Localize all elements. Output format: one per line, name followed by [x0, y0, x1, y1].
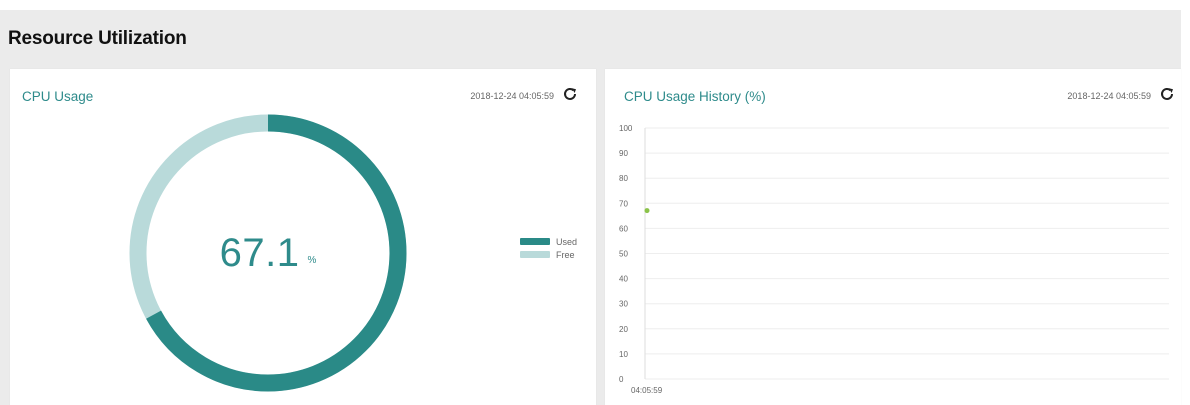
y-tick-label: 20: [619, 325, 628, 334]
y-tick-label: 60: [619, 224, 628, 233]
section-title: Resource Utilization: [8, 28, 187, 49]
cpu-usage-card: CPU Usage 2018-12-24 04:05:59 67.1 % Use…: [10, 69, 596, 405]
donut-legend: Used Free: [520, 235, 577, 261]
y-tick-label: 40: [619, 275, 628, 284]
y-tick-label: 90: [619, 149, 628, 158]
legend-label-used: Used: [556, 236, 578, 247]
y-tick-label: 70: [619, 199, 628, 208]
cpu-usage-value: 67.1: [219, 230, 300, 275]
cpu-history-card: CPU Usage History (%) 2018-12-24 04:05:5…: [605, 69, 1181, 405]
y-tick-label: 30: [619, 300, 628, 309]
legend-item-used[interactable]: Used: [520, 235, 577, 248]
cpu-usage-value-display: 67.1 %: [127, 112, 409, 394]
legend-swatch-free: [520, 251, 550, 258]
refresh-icon[interactable]: [562, 86, 578, 102]
legend-label-free: Free: [556, 249, 575, 260]
y-tick-label: 80: [619, 174, 628, 183]
cpu-usage-donut: 67.1 %: [127, 112, 409, 394]
y-tick-label: 0: [619, 375, 624, 384]
legend-swatch-used: [520, 238, 550, 245]
cpu-usage-timestamp: 2018-12-24 04:05:59: [470, 91, 554, 101]
cpu-usage-unit: %: [307, 254, 317, 266]
y-tick-label: 50: [619, 250, 628, 259]
y-tick-label: 10: [619, 350, 628, 359]
legend-item-free[interactable]: Free: [520, 248, 577, 261]
x-tick-label: 04:05:59: [631, 386, 663, 395]
cpu-history-chart: 100908070605040302010004:05:59: [619, 124, 1169, 395]
data-point[interactable]: [644, 208, 650, 214]
resource-utilization-panel: Resource Utilization CPU Usage 2018-12-2…: [0, 10, 1181, 405]
cpu-usage-title: CPU Usage: [22, 89, 94, 104]
y-tick-label: 100: [619, 124, 633, 133]
